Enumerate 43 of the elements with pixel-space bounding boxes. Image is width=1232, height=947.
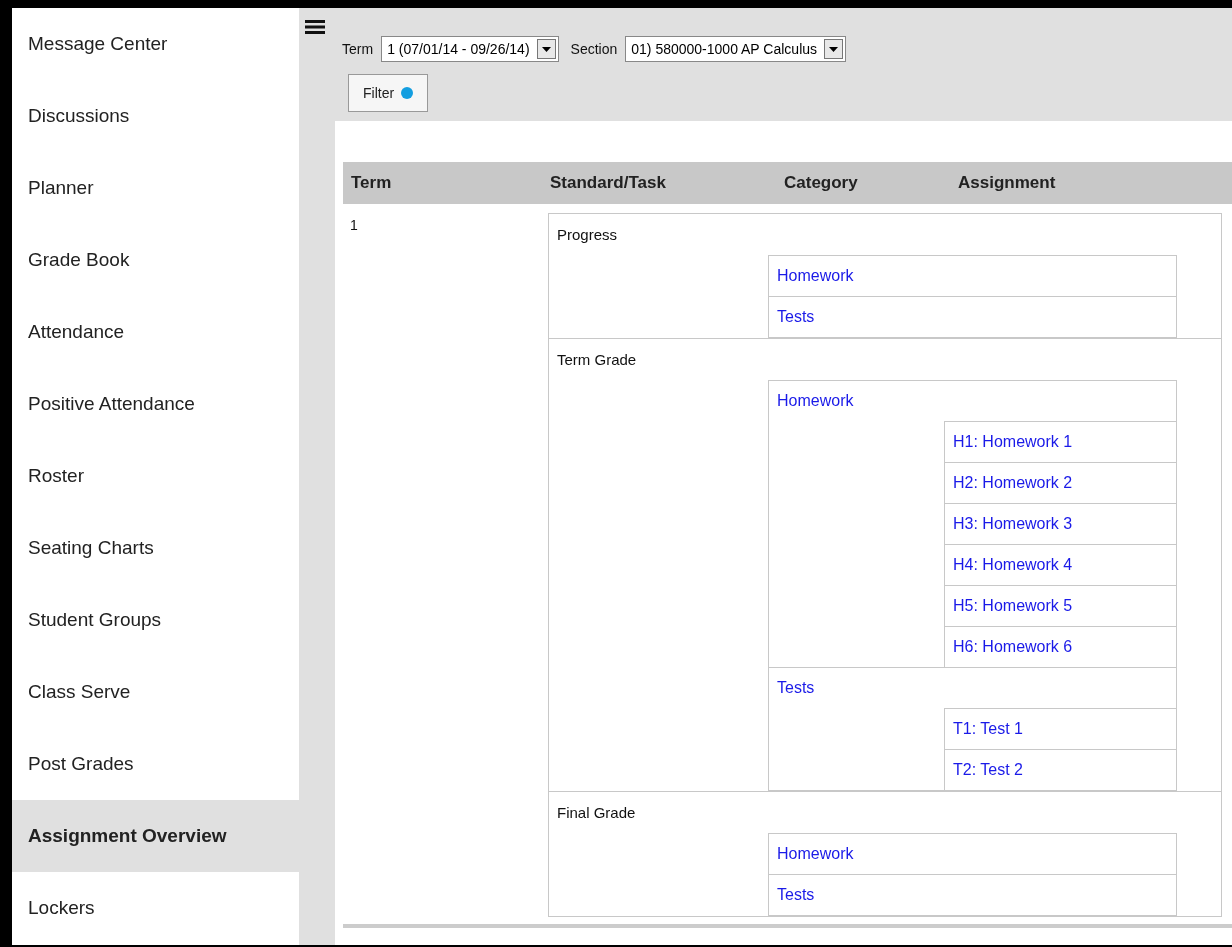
- caret-icon: [829, 46, 839, 52]
- category-link[interactable]: Homework: [777, 845, 854, 863]
- assignment-link[interactable]: H1: Homework 1: [953, 433, 1073, 451]
- sidebar-item[interactable]: Class Serve: [12, 656, 299, 728]
- caret-icon: [541, 46, 551, 52]
- sidebar-item[interactable]: Assignment Overview: [12, 800, 299, 872]
- category-link[interactable]: Homework: [777, 392, 854, 410]
- sidebar-item[interactable]: Student Groups: [12, 584, 299, 656]
- sidebar-item[interactable]: Discussions: [12, 80, 299, 152]
- assignment-link[interactable]: H2: Homework 2: [953, 474, 1073, 492]
- assignment-link[interactable]: H3: Homework 3: [953, 515, 1073, 533]
- sidebar-item[interactable]: Post Grades: [12, 728, 299, 800]
- section-label: Section: [570, 41, 618, 57]
- category-link[interactable]: Homework: [777, 267, 854, 285]
- assignment-link[interactable]: T1: Test 1: [953, 720, 1023, 738]
- sidebar-item[interactable]: Positive Attendance: [12, 368, 299, 440]
- term-dropdown[interactable]: 1 (07/01/14 - 09/26/14): [381, 36, 559, 62]
- sidebar-item[interactable]: Lockers: [12, 872, 299, 944]
- term-label: Term: [342, 41, 374, 57]
- category-link[interactable]: Tests: [777, 308, 815, 326]
- assignment-link[interactable]: H4: Homework 4: [953, 556, 1073, 574]
- table-cell: Term Grade: [557, 351, 637, 368]
- column-header: Standard/Task: [550, 173, 667, 193]
- sidebar-item[interactable]: Seating Charts: [12, 512, 299, 584]
- section-dropdown[interactable]: 01) 580000-1000 AP Calculus: [625, 36, 847, 62]
- table-cell: Final Grade: [557, 804, 636, 821]
- category-link[interactable]: Tests: [777, 886, 815, 904]
- sidebar-item[interactable]: Roster: [12, 440, 299, 512]
- column-header: Term: [350, 173, 393, 193]
- table-cell-text: 1: [349, 216, 359, 235]
- filter-button[interactable]: Filter: [348, 74, 429, 112]
- sidebar-item[interactable]: Planner: [12, 152, 299, 224]
- sidebar-item[interactable]: Message Center: [12, 8, 299, 80]
- assignment-link[interactable]: H5: Homework 5: [953, 597, 1073, 615]
- menu-icon[interactable]: [305, 20, 325, 34]
- column-header: Category: [784, 173, 859, 193]
- table-cell: Progress: [557, 226, 618, 243]
- sidebar-item[interactable]: Grade Book: [12, 224, 299, 296]
- sidebar-item[interactable]: Attendance: [12, 296, 299, 368]
- column-header: Assignment: [958, 173, 1056, 193]
- assignment-link[interactable]: H6: Homework 6: [953, 638, 1073, 656]
- assignment-link[interactable]: T2: Test 2: [953, 761, 1023, 779]
- category-link[interactable]: Tests: [777, 679, 815, 697]
